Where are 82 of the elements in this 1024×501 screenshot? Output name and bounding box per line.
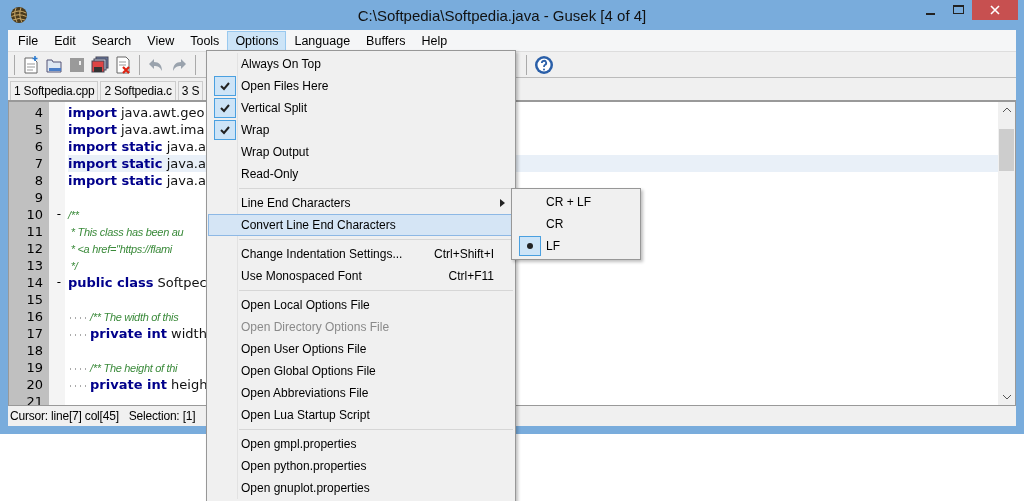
menu-item[interactable]: CR <box>513 213 639 235</box>
menu-item[interactable]: File <box>10 30 47 51</box>
line-number: 19 <box>26 360 44 375</box>
code-line: import java.awt.geo <box>68 105 205 120</box>
line-number: 7 <box>34 156 44 171</box>
menu-item[interactable]: Open Files Here <box>208 75 514 97</box>
menu-item[interactable]: Language <box>286 30 359 51</box>
line-number: 18 <box>26 343 44 358</box>
maximize-icon <box>952 5 964 15</box>
menu-item[interactable]: View <box>139 30 183 51</box>
menu-item[interactable]: Line End Characters <box>208 192 514 214</box>
scroll-down-icon[interactable] <box>1002 394 1011 400</box>
file-tab[interactable]: 1 Softpedia.cpp <box>10 81 99 100</box>
line-number: 8 <box>34 173 44 188</box>
globe-icon <box>10 6 28 24</box>
cursor-status: Cursor: line[7] col[45] <box>10 409 119 423</box>
menu-item[interactable]: Open gnuplot.properties <box>208 477 514 499</box>
line-number: 4 <box>34 105 44 120</box>
close-icon <box>990 5 1000 15</box>
menu-item[interactable]: Tools <box>182 30 228 51</box>
fold-marker[interactable]: - <box>53 274 65 291</box>
submenu-arrow-icon <box>500 199 505 207</box>
code-line: /** The height of thi <box>90 361 178 375</box>
menu-item[interactable]: Options <box>227 30 287 51</box>
code-line: * <a href="https://flami <box>69 242 172 256</box>
menu-item[interactable]: Edit <box>46 30 84 51</box>
line-number: 13 <box>26 258 44 273</box>
menu-item[interactable]: Open Local Options File <box>208 294 514 316</box>
new-file-icon[interactable] <box>22 55 40 74</box>
menu-item[interactable]: Open gmpl.properties <box>208 433 514 455</box>
menu-item[interactable]: Search <box>83 30 140 51</box>
vertical-scrollbar[interactable] <box>998 102 1015 405</box>
code-line: import static java.a <box>68 139 206 154</box>
menu-item[interactable]: Convert Line End Characters <box>208 214 514 236</box>
line-number: 10 <box>26 207 44 222</box>
selection-status: Selection: [1] <box>128 409 196 423</box>
menu-item[interactable]: Change Indentation Settings... Ctrl+Shift+I <box>208 243 514 265</box>
line-number: 20 <box>26 377 44 392</box>
fold-marker[interactable]: - <box>53 206 65 223</box>
close-file-icon[interactable] <box>114 55 132 74</box>
code-line: import java.awt.ima <box>68 122 205 137</box>
menu-item[interactable]: Open python.properties <box>208 455 514 477</box>
menu-item[interactable]: Open Global Options File <box>208 360 514 382</box>
code-line: private int width <box>90 326 207 341</box>
menu-item[interactable]: Wrap <box>208 119 514 141</box>
menu-item[interactable]: CR + LF <box>513 191 639 213</box>
menu-item[interactable]: Open User Options File <box>208 338 514 360</box>
menu-item[interactable]: Open Abbreviations File <box>208 382 514 404</box>
scrollbar-thumb[interactable] <box>999 129 1014 171</box>
line-number: 11 <box>26 224 44 239</box>
menu-item[interactable]: Vertical Split <box>208 97 514 119</box>
menu-item[interactable]: Wrap Output <box>208 141 514 163</box>
menu-item[interactable]: Open Lua Startup Script <box>208 404 514 426</box>
menu-item[interactable]: LF <box>513 235 639 257</box>
code-line: private int heigh <box>90 377 208 392</box>
code-line: /** <box>68 208 79 222</box>
line-number: 15 <box>26 292 44 307</box>
line-number: 16 <box>26 309 44 324</box>
code-line: import static java.a <box>68 156 206 171</box>
minimize-icon <box>925 12 935 15</box>
window-title: C:\Softpedia\Softpedia.java - Gusek [4 of 4] <box>356 6 648 24</box>
line-number: 12 <box>26 241 44 256</box>
menu-item[interactable]: Read-Only <box>208 163 514 185</box>
menu-item[interactable]: Buffers <box>358 30 414 51</box>
scroll-up-icon[interactable] <box>1002 107 1011 113</box>
menu-item[interactable]: Always On Top <box>208 53 514 75</box>
line-number: 17 <box>26 326 44 341</box>
menu-item[interactable]: Use Monospaced Font Ctrl+F11 <box>208 265 514 287</box>
file-tab[interactable]: 2 Softpedia.c <box>100 81 176 100</box>
line-number: 14 <box>26 275 44 290</box>
code-line: * This class has been au <box>69 225 184 239</box>
stacked-disks-icon[interactable] <box>91 55 109 74</box>
code-line: import static java.a <box>68 173 206 188</box>
code-line: /** The width of this <box>90 310 179 324</box>
line-number: 6 <box>34 139 44 154</box>
code-line: */ <box>69 259 78 273</box>
code-line: public class Softpec <box>68 275 207 290</box>
help-icon[interactable] <box>534 54 554 75</box>
line-number: 9 <box>34 190 44 205</box>
file-tab[interactable]: 3 S <box>177 81 204 100</box>
line-number: 5 <box>34 122 44 137</box>
menu-item[interactable]: Help <box>413 30 456 51</box>
